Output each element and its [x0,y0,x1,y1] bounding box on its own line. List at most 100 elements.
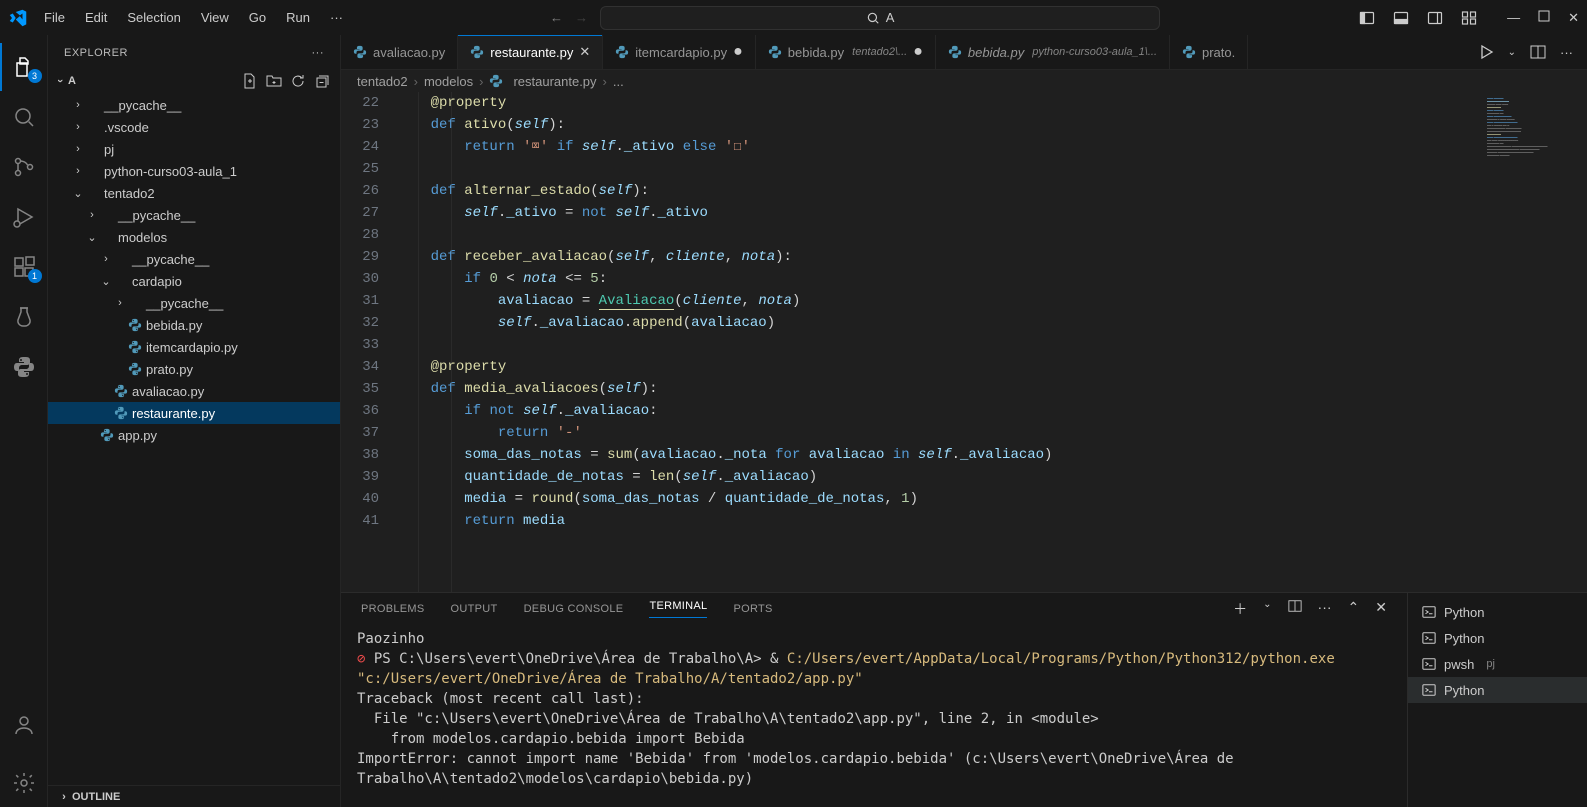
tree-folder[interactable]: ⌄modelos [48,226,340,248]
python-file-icon [128,362,146,376]
menu-file[interactable]: File [36,6,73,29]
extensions-badge: 1 [28,269,42,283]
python-file-icon [353,45,367,59]
activity-settings[interactable] [0,759,48,807]
title-bar: File Edit Selection View Go Run ··· ← → … [0,0,1587,35]
editor-tab[interactable]: prato. [1170,35,1248,69]
breadcrumb[interactable]: tentado2›modelos›restaurante.py›... [341,70,1587,92]
tree-folder[interactable]: ›__pycache__ [48,94,340,116]
collapse-all-icon[interactable] [314,73,330,89]
panel-tab-debug[interactable]: DEBUG CONSOLE [524,603,624,615]
outline-header[interactable]: › OUTLINE [48,785,340,807]
menu-go[interactable]: Go [241,6,274,29]
breadcrumb-separator: › [479,74,483,89]
command-center-search[interactable]: A [600,6,1160,30]
breadcrumb-segment[interactable]: ... [613,74,624,89]
tree-folder[interactable]: ›__pycache__ [48,292,340,314]
window-maximize-icon[interactable] [1538,10,1550,26]
tree-file[interactable]: avaliacao.py [48,380,340,402]
activity-accounts[interactable] [0,701,48,749]
tree-folder[interactable]: ⌄tentado2 [48,182,340,204]
activity-run-debug[interactable] [0,193,48,241]
panel-tab-output[interactable]: OUTPUT [451,603,498,615]
tree-file[interactable]: bebida.py [48,314,340,336]
window-minimize-icon[interactable]: ― [1507,10,1520,26]
breadcrumb-segment[interactable]: restaurante.py [513,74,596,89]
terminal-icon [1422,683,1436,697]
tree-folder[interactable]: ⌄cardapio [48,270,340,292]
split-editor-icon[interactable] [1530,44,1546,60]
customize-layout-icon[interactable] [1461,10,1477,26]
activity-explorer[interactable]: 3 [0,43,48,91]
nav-forward-icon[interactable]: → [575,10,588,25]
editor-tab[interactable]: bebida.pytentado2\...● [756,35,936,69]
refresh-icon[interactable] [290,73,306,89]
vscode-logo-icon [8,8,28,28]
code-content[interactable]: @property def ativo(self): return '⌧' if… [397,92,1479,592]
run-dropdown-icon[interactable]: ⌄ [1508,47,1516,58]
editor-tab[interactable]: avaliacao.py [341,35,458,69]
panel-more-icon[interactable]: ··· [1318,599,1332,619]
folder-root-header[interactable]: › A [48,70,340,92]
python-file-icon [768,45,782,59]
menu-selection[interactable]: Selection [119,6,188,29]
editor-tab[interactable]: restaurante.py✕ [458,35,603,69]
tree-folder[interactable]: ›python-curso03-aula_1 [48,160,340,182]
minimap[interactable]: ▬▬▬ ▬▬▬▬▬▬▬▬▬▬▬▬▬▬▬▬▬▬▬▬ ▬▬▬ ▬▬▬ ▬▬▬▬▬▬▬… [1479,92,1587,592]
close-tab-icon[interactable]: ✕ [579,44,590,60]
terminal-icon [1422,657,1436,671]
split-terminal-icon[interactable] [1288,599,1302,619]
terminal-item-label: Python [1444,631,1484,646]
menu-run[interactable]: Run [278,6,318,29]
run-icon[interactable] [1478,44,1494,60]
panel-tab-problems[interactable]: PROBLEMS [361,603,425,615]
breadcrumb-segment[interactable]: tentado2 [357,74,408,89]
terminal-list-item[interactable]: Python [1408,625,1587,651]
terminal-list-item[interactable]: Python [1408,599,1587,625]
breadcrumb-segment[interactable]: modelos [424,74,473,89]
terminal-list-item[interactable]: pwshpj [1408,651,1587,677]
editor-tab[interactable]: itemcardapio.py● [603,35,755,69]
panel-tab-ports[interactable]: PORTS [733,603,772,615]
tree-file[interactable]: app.py [48,424,340,446]
explorer-more-icon[interactable]: ··· [312,47,325,59]
layout-sidebar-left-icon[interactable] [1359,10,1375,26]
terminal-list-item[interactable]: Python [1408,677,1587,703]
python-file-icon [114,384,132,398]
activity-search[interactable] [0,93,48,141]
panel-tabs: PROBLEMS OUTPUT DEBUG CONSOLE TERMINAL P… [341,593,1407,625]
panel-tab-terminal[interactable]: TERMINAL [649,600,707,618]
window-close-icon[interactable]: ✕ [1568,10,1579,26]
tree-file[interactable]: itemcardapio.py [48,336,340,358]
activity-testing[interactable] [0,293,48,341]
menu-edit[interactable]: Edit [77,6,115,29]
tree-folder[interactable]: ›.vscode [48,116,340,138]
tab-more-icon[interactable]: ··· [1560,45,1573,60]
nav-back-icon[interactable]: ← [550,10,563,25]
tree-file[interactable]: prato.py [48,358,340,380]
new-terminal-icon[interactable]: ＋ [1233,599,1247,619]
terminal-output[interactable]: Paozinho ⊘ PS C:\Users\evert\OneDrive\Ár… [341,625,1407,807]
layout-sidebar-right-icon[interactable] [1427,10,1443,26]
layout-panel-icon[interactable] [1393,10,1409,26]
terminal-line: Paozinho [357,631,424,647]
activity-python[interactable] [0,343,48,391]
search-icon [866,11,880,25]
tree-folder[interactable]: ›__pycache__ [48,248,340,270]
menu-view[interactable]: View [193,6,237,29]
close-panel-icon[interactable]: ✕ [1375,599,1387,619]
activity-extensions[interactable]: 1 [0,243,48,291]
activity-source-control[interactable] [0,143,48,191]
file-tree[interactable]: ›__pycache__›.vscode›pj›python-curso03-a… [48,92,340,785]
terminal-dropdown-icon[interactable]: ⌄ [1263,599,1271,619]
tree-folder[interactable]: ›pj [48,138,340,160]
code-editor[interactable]: 2223242526272829303132333435363738394041… [341,92,1479,592]
maximize-panel-icon[interactable]: ⌃ [1348,599,1360,619]
tree-file[interactable]: restaurante.py [48,402,340,424]
editor-tab[interactable]: bebida.pypython-curso03-aula_1\... [936,35,1170,69]
python-file-icon [615,45,629,59]
new-file-icon[interactable] [242,73,258,89]
tree-folder[interactable]: ›__pycache__ [48,204,340,226]
menu-more[interactable]: ··· [322,6,351,29]
new-folder-icon[interactable] [266,73,282,89]
